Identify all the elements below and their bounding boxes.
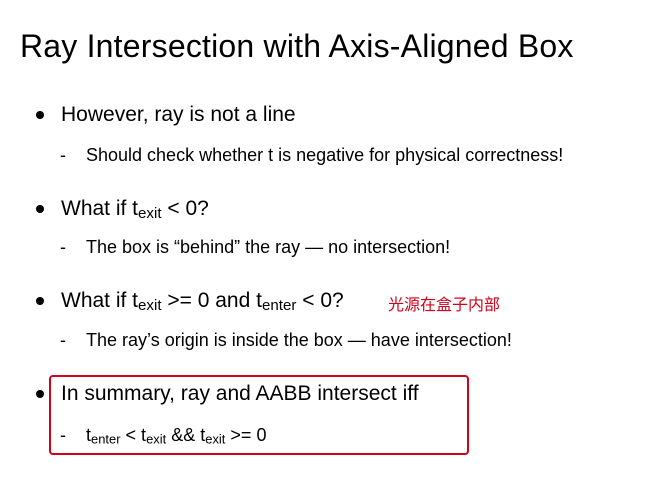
bullet-3-text: What if texit >= 0 and tenter < 0? [61,287,344,315]
formula-sub-exit-1: exit [146,431,167,447]
formula-op3: >= 0 [225,425,267,445]
bullet-2-post: < 0? [161,197,209,220]
summary-formula: tenter < texit && texit >= 0 [86,423,266,447]
formula-op2: && t [166,425,206,445]
bullet-2-text: What if texit < 0? [61,195,209,223]
dash-icon: - [60,145,66,165]
bullet-dot-icon [36,390,44,398]
bullet-3-pre: What if t [61,289,139,312]
bullet-dot-icon [36,205,44,213]
bullet-3-post: < 0? [296,289,344,312]
bullet-4-text: In summary, ray and AABB intersect iff [61,382,419,405]
formula-sub-exit-2: exit [205,431,226,447]
bullet-2-sub-exit: exit [138,205,162,223]
sub-bullet-1-text: Should check whether t is negative for p… [86,145,564,165]
chinese-annotation: 光源在盒子内部 [388,295,501,314]
bullet-dot-icon [36,297,44,305]
dash-icon: - [60,425,66,445]
slide-title: Ray Intersection with Axis-Aligned Box [20,28,574,64]
bullet-dot-icon [36,111,44,119]
bullet-1-text: However, ray is not a line [61,103,296,126]
slide: Ray Intersection with Axis-Aligned Box H… [0,0,656,480]
sub-bullet-2-text: The box is “behind” the ray — no interse… [86,237,451,257]
bullet-2-pre: What if t [61,197,139,220]
bullet-3-mid: >= 0 and t [161,289,262,312]
dash-icon: - [60,237,66,257]
formula-sub-enter: enter [91,431,121,447]
dash-icon: - [60,330,66,350]
sub-bullet-3-text: The ray’s origin is inside the box — hav… [86,330,512,350]
bullet-3-sub-enter: enter [261,297,297,315]
formula-op1: < t [120,425,147,445]
bullet-3-sub-exit: exit [138,297,162,315]
